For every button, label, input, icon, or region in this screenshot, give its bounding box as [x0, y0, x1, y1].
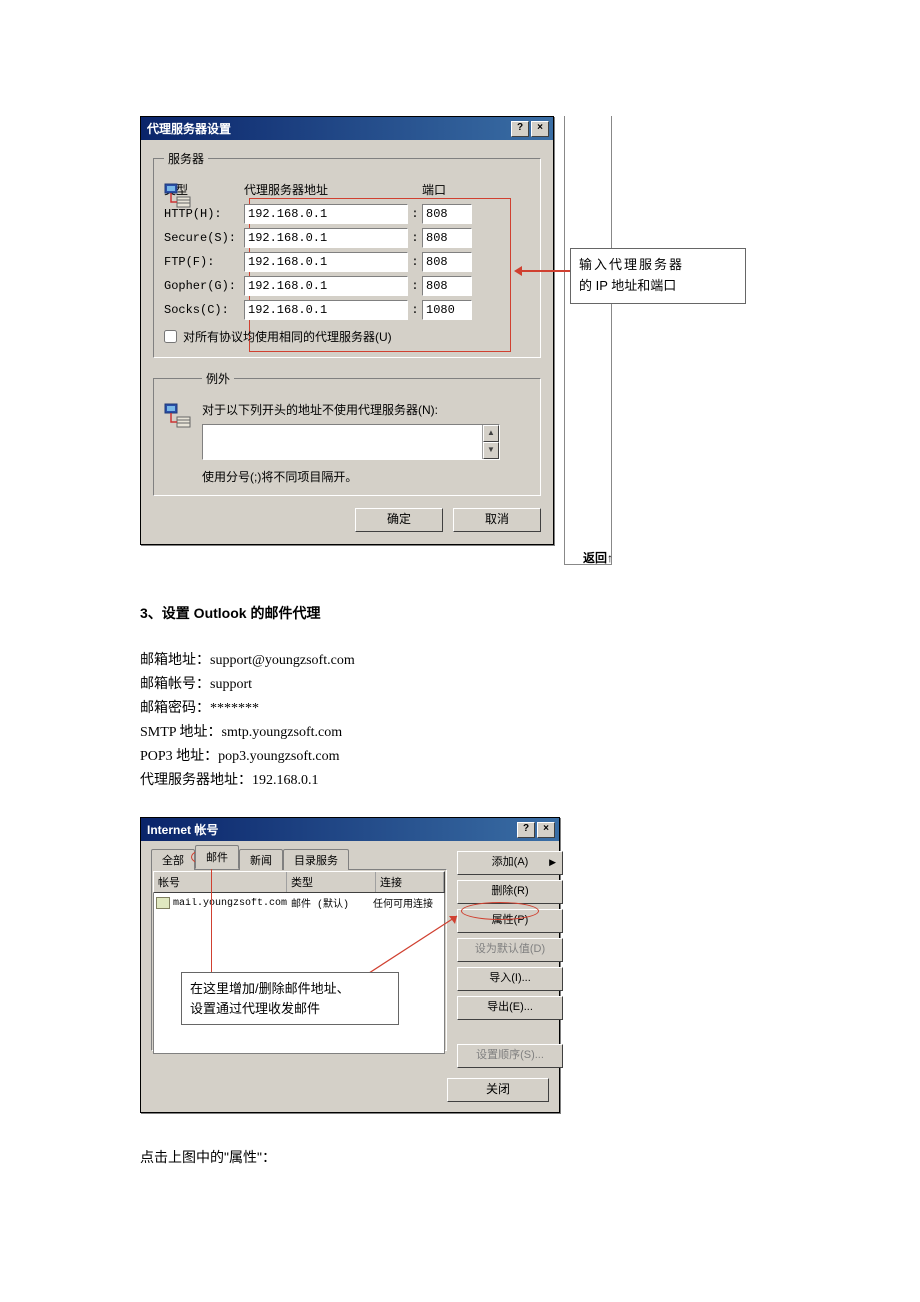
secure-port-input[interactable]: [422, 228, 472, 248]
socks-address-input[interactable]: [244, 300, 408, 320]
info-line: POP3 地址：pop3.youngzsoft.com: [140, 745, 780, 765]
properties-button[interactable]: 属性(P): [457, 909, 563, 933]
scrollbar[interactable]: ▲ ▼: [482, 425, 499, 459]
close-button[interactable]: 关闭: [447, 1078, 549, 1102]
dialog-title: 代理服务器设置: [147, 120, 231, 137]
export-button[interactable]: 导出(E)...: [457, 996, 563, 1020]
title-bar: Internet 帐号 ? ×: [141, 818, 559, 841]
add-button[interactable]: 添加(A) ▶: [457, 851, 563, 875]
exception-note: 对于以下列开头的地址不使用代理服务器(N):: [202, 401, 530, 418]
chevron-right-icon: ▶: [549, 852, 556, 872]
exception-group-legend: 例外: [202, 370, 234, 387]
row-label-ftp: FTP(F):: [164, 255, 244, 269]
ftp-address-input[interactable]: [244, 252, 408, 272]
info-line: 邮箱地址：support@youngzsoft.com: [140, 649, 780, 669]
col-addr: 代理服务器地址: [244, 181, 414, 198]
title-bar: 代理服务器设置 ? ×: [141, 117, 553, 140]
annotation-callout-2: 在这里增加/删除邮件地址、 设置通过代理收发邮件: [181, 972, 399, 1025]
back-link[interactable]: 返回↑: [583, 549, 613, 566]
close-icon[interactable]: ×: [531, 121, 549, 137]
col-account: 帐号: [154, 872, 287, 892]
annotation-arrow: [520, 270, 572, 272]
section-3: 3、设置 Outlook 的邮件代理 邮箱地址：support@youngzso…: [140, 603, 780, 789]
socks-port-input[interactable]: [422, 300, 472, 320]
dialog-title: Internet 帐号: [147, 821, 218, 838]
cell-account: mail.youngzsoft.com: [173, 898, 291, 909]
same-proxy-label: 对所有协议均使用相同的代理服务器(U): [183, 328, 392, 345]
cell-type: 邮件 (默认): [291, 895, 373, 911]
list-item[interactable]: mail.youngzsoft.com 邮件 (默认) 任何可用连接: [154, 893, 444, 913]
mail-icon: [156, 897, 170, 909]
server-group-legend: 服务器: [164, 150, 208, 167]
import-button[interactable]: 导入(I)...: [457, 967, 563, 991]
col-type: 类型: [287, 872, 376, 892]
annotation-arrowhead: [514, 266, 522, 276]
list-header: 帐号 类型 连接: [153, 871, 445, 893]
cancel-button[interactable]: 取消: [453, 508, 541, 532]
col-port: 端口: [414, 181, 472, 198]
help-icon[interactable]: ?: [517, 822, 535, 838]
http-address-input[interactable]: [244, 204, 408, 224]
tab-mail[interactable]: 邮件: [195, 845, 239, 869]
row-label-socks: Socks(C):: [164, 303, 244, 317]
tab-strip: 全部 邮件 新闻 目录服务: [151, 849, 447, 869]
close-icon[interactable]: ×: [537, 822, 555, 838]
http-port-input[interactable]: [422, 204, 472, 224]
section-3-heading: 3、设置 Outlook 的邮件代理: [140, 603, 780, 623]
info-line: 邮箱帐号：support: [140, 673, 780, 693]
help-icon[interactable]: ?: [511, 121, 529, 137]
trailing-note: 点击上图中的"属性"：: [140, 1147, 780, 1167]
proxy-settings-dialog: 代理服务器设置 ? × 服务器: [140, 116, 554, 545]
set-default-button: 设为默认值(D): [457, 938, 563, 962]
ftp-port-input[interactable]: [422, 252, 472, 272]
secure-address-input[interactable]: [244, 228, 408, 248]
scroll-down-icon[interactable]: ▼: [483, 442, 499, 459]
info-line: 邮箱密码：*******: [140, 697, 780, 717]
tab-news[interactable]: 新闻: [239, 849, 283, 870]
gopher-port-input[interactable]: [422, 276, 472, 296]
col-conn: 连接: [376, 872, 444, 892]
row-label-secure: Secure(S):: [164, 231, 244, 245]
server-group: 服务器 类型 代理服务器地址: [153, 150, 541, 358]
tab-all[interactable]: 全部: [151, 849, 195, 870]
network-icon: [164, 183, 192, 211]
tab-directory[interactable]: 目录服务: [283, 849, 349, 870]
exception-group: 例外 对于以下列开头的地址不使用代理服务器(N):: [153, 370, 541, 496]
info-line: SMTP 地址：smtp.youngzsoft.com: [140, 721, 780, 741]
separator-hint: 使用分号(;)将不同项目隔开。: [202, 468, 530, 485]
ok-button[interactable]: 确定: [355, 508, 443, 532]
scroll-up-icon[interactable]: ▲: [483, 425, 499, 442]
gopher-address-input[interactable]: [244, 276, 408, 296]
info-line: 代理服务器地址：192.168.0.1: [140, 769, 780, 789]
remove-button[interactable]: 删除(R): [457, 880, 563, 904]
side-column: 返回↑: [564, 116, 612, 565]
set-order-button: 设置顺序(S)...: [457, 1044, 563, 1068]
same-proxy-checkbox[interactable]: [164, 330, 177, 343]
annotation-callout-1: 输入代理服务器 的 IP 地址和端口: [570, 248, 746, 304]
network-icon: [164, 403, 192, 431]
cell-conn: 任何可用连接: [373, 895, 442, 911]
exception-textarea[interactable]: ▲ ▼: [202, 424, 500, 460]
row-label-gopher: Gopher(G):: [164, 279, 244, 293]
internet-accounts-dialog: Internet 帐号 ? × 全部 邮件 新闻 目录服务 帐号 类型 连接: [140, 817, 560, 1113]
annotation-line: [211, 866, 212, 976]
